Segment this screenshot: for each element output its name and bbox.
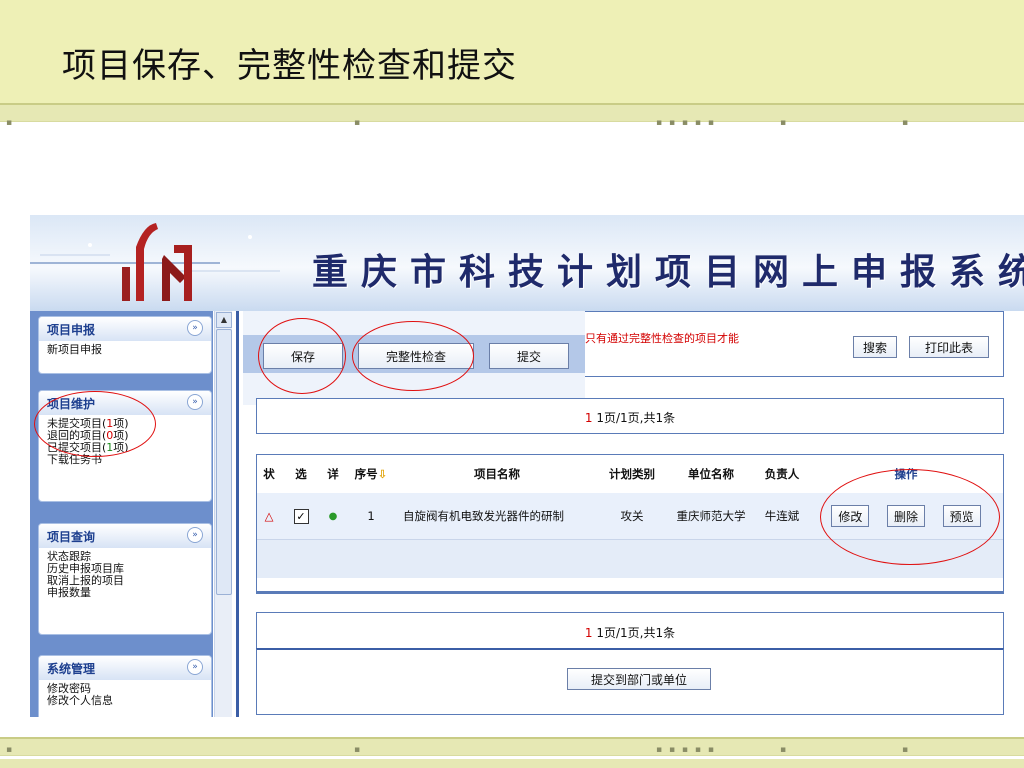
slide-footer-band bbox=[0, 759, 1024, 768]
collapse-icon[interactable]: » bbox=[187, 659, 203, 675]
app-window: 重庆市科技计划项目网上申报系统 项目申报 » 新项目申报 项目维护 » 未提交项… bbox=[30, 215, 1024, 717]
slide-decor-dots: ▪ bbox=[780, 118, 789, 128]
col-seq[interactable]: 序号⇩ bbox=[345, 455, 397, 493]
panel-title: 项目申报 bbox=[47, 323, 96, 337]
col-unit: 单位名称 bbox=[667, 455, 755, 493]
cell-project-name: 自旋阀有机电致发光器件的研制 bbox=[397, 493, 597, 540]
cell-seq: 1 bbox=[345, 493, 397, 540]
scroll-thumb[interactable] bbox=[216, 329, 232, 595]
submit-button[interactable]: 提交 bbox=[489, 343, 569, 369]
pager-current[interactable]: 1 bbox=[585, 411, 593, 425]
pager-bottom: 1 1页/1页,共1条 bbox=[256, 612, 1004, 650]
col-plan: 计划类别 bbox=[597, 455, 667, 493]
slide-decor-dots: ▪ bbox=[354, 118, 363, 128]
cell-leader: 牛连斌 bbox=[755, 493, 809, 540]
collapse-icon[interactable]: » bbox=[187, 320, 203, 336]
pager-text: 1页/1页,共1条 bbox=[596, 626, 676, 640]
col-status: 状 bbox=[257, 455, 281, 493]
col-leader: 负责人 bbox=[755, 455, 809, 493]
panel-project-query: 项目查询 » 状态跟踪 历史申报项目库 取消上报的项目 申报数量 bbox=[38, 523, 212, 635]
panel-title: 系统管理 bbox=[47, 662, 96, 676]
collapse-icon[interactable]: » bbox=[187, 527, 203, 543]
cell-plan: 攻关 bbox=[597, 493, 667, 540]
sidebar-item-count[interactable]: 申报数量 bbox=[39, 587, 211, 599]
annotation-circle bbox=[34, 391, 156, 457]
pager-top: 1 1页/1页,共1条 bbox=[256, 398, 1004, 434]
logo-icon bbox=[30, 223, 280, 301]
annotation-circle bbox=[258, 318, 346, 394]
panel-header: 项目申报 » bbox=[39, 317, 211, 341]
sidebar: 项目申报 » 新项目申报 项目维护 » 未提交项目(1项) 退回的项目(0项) … bbox=[30, 311, 213, 717]
col-seq-label: 序号 bbox=[354, 467, 378, 481]
pager: 1 1页/1页,共1条 bbox=[257, 624, 1003, 641]
panel-title: 项目查询 bbox=[47, 530, 96, 544]
annotation-circle bbox=[820, 469, 1000, 565]
col-detail: 详 bbox=[321, 455, 345, 493]
status-icon: △ bbox=[257, 493, 281, 540]
sidebar-scrollbar[interactable]: ▲ bbox=[214, 311, 232, 717]
slide-decor-dots: ▪ bbox=[780, 745, 789, 755]
panel-header: 系统管理 » bbox=[39, 656, 211, 680]
sort-arrow-icon[interactable]: ⇩ bbox=[378, 467, 388, 481]
divider bbox=[236, 311, 239, 717]
sidebar-item-download-task[interactable]: 下载任务书 bbox=[39, 454, 211, 466]
detail-expand-icon[interactable]: ● bbox=[321, 493, 345, 540]
slide-decor-dots: ▪ ▪ ▪ ▪ ▪ bbox=[656, 745, 716, 755]
panel-project-apply: 项目申报 » 新项目申报 bbox=[38, 316, 212, 374]
col-name: 项目名称 bbox=[397, 455, 597, 493]
panel-header: 项目查询 » bbox=[39, 524, 211, 548]
slide-decor-dots: ▪ bbox=[6, 118, 15, 128]
col-select: 选 bbox=[281, 455, 321, 493]
sidebar-item-change-info[interactable]: 修改个人信息 bbox=[39, 695, 211, 707]
pager-current[interactable]: 1 bbox=[585, 626, 593, 640]
slide-decor-band-bottom bbox=[0, 737, 1024, 756]
notice-text: 只有通过完整性检查的项目才能 bbox=[585, 332, 739, 345]
search-button[interactable]: 搜索 bbox=[853, 336, 897, 358]
pager: 1 1页/1页,共1条 bbox=[257, 409, 1003, 426]
slide-decor-dots: ▪ ▪ ▪ ▪ ▪ bbox=[656, 118, 716, 128]
sidebar-item-new-project[interactable]: 新项目申报 bbox=[39, 344, 211, 356]
slide-decor-dots: ▪ bbox=[902, 745, 911, 755]
cell-unit: 重庆师范大学 bbox=[667, 493, 755, 540]
system-title: 重庆市科技计划项目网上申报系统 bbox=[312, 252, 1024, 293]
slide-decor-dots: ▪ bbox=[902, 118, 911, 128]
annotation-circle bbox=[352, 321, 474, 391]
slide-decor-dots: ▪ bbox=[354, 745, 363, 755]
app-header: 重庆市科技计划项目网上申报系统 bbox=[30, 215, 1024, 311]
scroll-up-icon[interactable]: ▲ bbox=[216, 312, 232, 328]
slide-title: 项目保存、完整性检查和提交 bbox=[62, 46, 517, 86]
submit-to-department-button[interactable]: 提交到部门或单位 bbox=[567, 668, 711, 690]
slide-decor-band-top bbox=[0, 103, 1024, 122]
select-checkbox[interactable]: ✓ bbox=[293, 508, 309, 524]
pager-text: 1页/1页,共1条 bbox=[596, 411, 676, 425]
row-select[interactable]: ✓ bbox=[281, 493, 321, 540]
slide-decor-dots: ▪ bbox=[6, 745, 15, 755]
print-button[interactable]: 打印此表 bbox=[909, 336, 989, 358]
submit-dept-box: 提交到部门或单位 bbox=[256, 648, 1004, 715]
collapse-icon[interactable]: » bbox=[187, 394, 203, 410]
panel-system-admin: 系统管理 » 修改密码 修改个人信息 bbox=[38, 655, 212, 717]
